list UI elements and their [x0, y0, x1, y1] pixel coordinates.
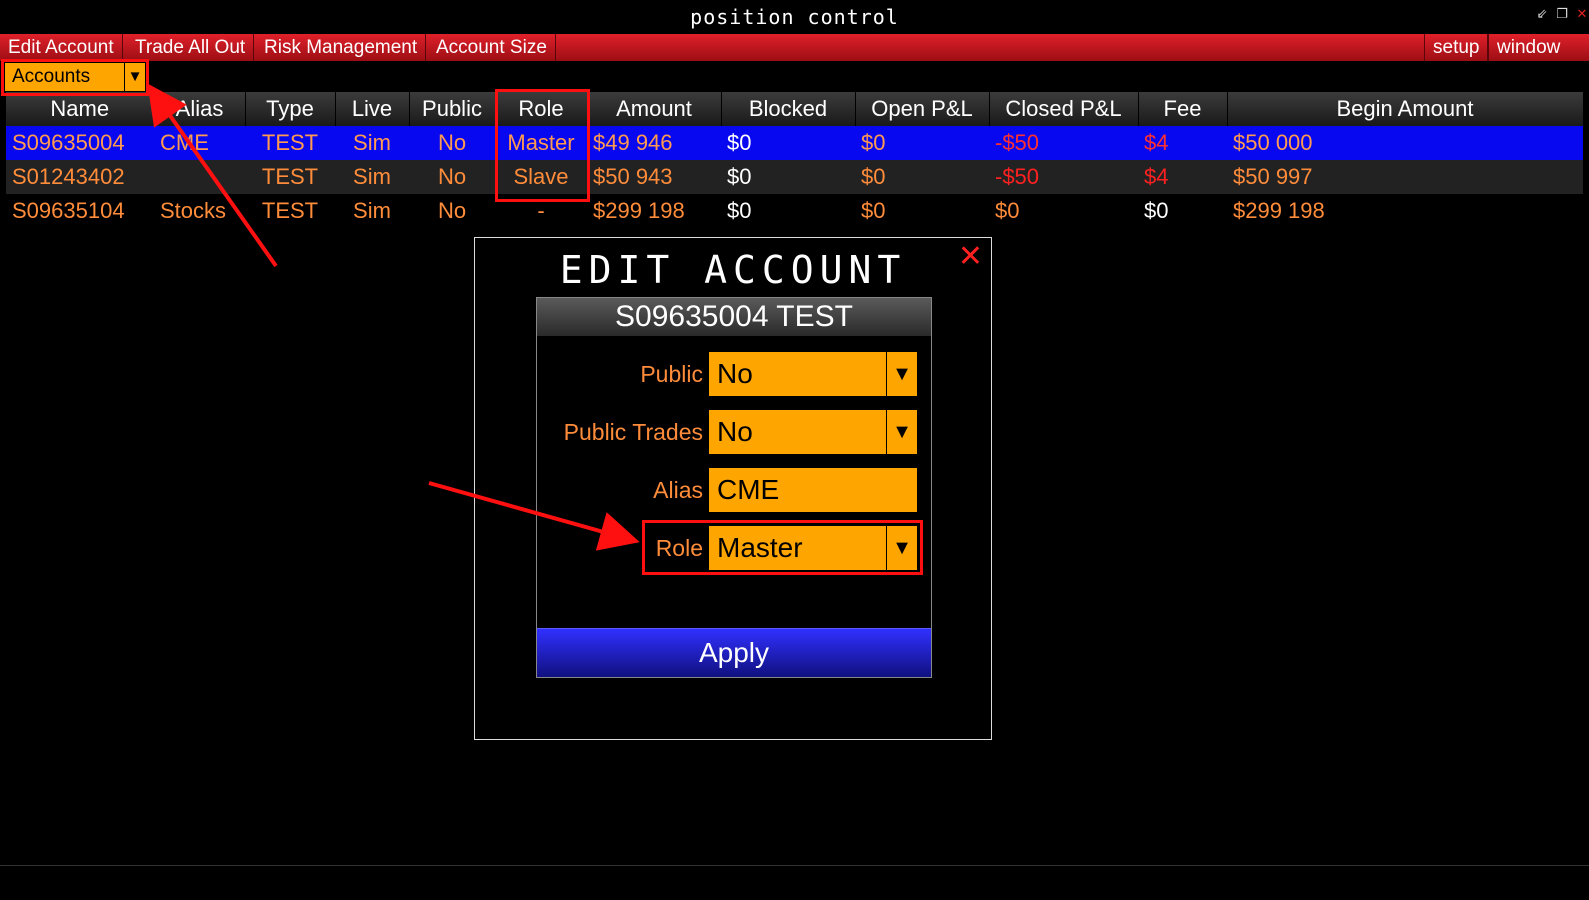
cell-closed-pnl: -$50	[989, 126, 1138, 160]
apply-button[interactable]: Apply	[537, 628, 931, 677]
cell-type: TEST	[245, 160, 335, 194]
cell-alias: Stocks	[160, 198, 227, 223]
cell-open-pnl: $0	[855, 160, 989, 194]
accounts-highlight	[1, 59, 149, 96]
cell-blocked: $0	[727, 198, 752, 223]
cell-fee: $0	[1144, 198, 1169, 223]
cell-closed-pnl: -$50	[989, 160, 1138, 194]
cell-name: S09635004	[6, 126, 154, 160]
cell-amount: $49 946	[587, 126, 721, 160]
window-controls: ⇙ ❐ ✕	[1535, 8, 1589, 22]
role-column-highlight	[495, 89, 590, 202]
public-trades-value: No	[717, 416, 753, 447]
menu-risk-management[interactable]: Risk Management	[256, 34, 427, 61]
col-begin-amount[interactable]: Begin Amount	[1227, 92, 1584, 126]
public-label: Public	[640, 361, 703, 387]
account-heading: S09635004 TEST	[537, 298, 931, 336]
alias-row: Alias CME	[537, 468, 931, 512]
triangle-down-icon[interactable]: ▼	[886, 352, 917, 396]
cell-open-pnl: $0	[855, 126, 989, 160]
restore-icon[interactable]: ❐	[1555, 8, 1569, 22]
cell-begin-amount: $50 000	[1227, 126, 1583, 160]
col-live[interactable]: Live	[335, 92, 410, 126]
cell-name: S09635104	[12, 198, 125, 223]
title-bar: position control ⇙ ❐ ✕	[0, 0, 1589, 35]
table-row[interactable]: S09635004 CME TEST Sim No Master $49 946…	[6, 126, 1583, 160]
cell-blocked: $0	[721, 160, 855, 194]
col-public[interactable]: Public	[409, 92, 496, 126]
minimize-icon[interactable]: ⇙	[1535, 8, 1549, 22]
close-icon[interactable]: ✕	[958, 242, 983, 272]
window-title: position control	[690, 5, 899, 29]
cell-public: No	[409, 126, 495, 160]
col-blocked[interactable]: Blocked	[721, 92, 856, 126]
cell-type: TEST	[245, 126, 335, 160]
menu-edit-account[interactable]: Edit Account	[0, 34, 123, 61]
col-alias[interactable]: Alias	[154, 92, 246, 126]
close-icon[interactable]: ✕	[1575, 8, 1589, 22]
alias-value: CME	[717, 474, 780, 505]
cell-amount: $299 198	[593, 198, 685, 223]
table-row[interactable]: S09635104 Stocks TEST Sim No - $299 198 …	[6, 194, 1583, 228]
menu-setup[interactable]: setup	[1424, 34, 1489, 61]
cell-fee: $4	[1138, 126, 1227, 160]
public-select[interactable]: No ▼	[709, 352, 917, 396]
table-row[interactable]: S01243402 TEST Sim No Slave $50 943 $0 $…	[6, 160, 1583, 194]
public-trades-label: Public Trades	[563, 419, 703, 445]
col-closed-pnl[interactable]: Closed P&L	[989, 92, 1139, 126]
dialog-title: EDIT ACCOUNT	[559, 248, 907, 292]
cell-begin-amount: $299 198	[1233, 198, 1325, 223]
cell-alias: CME	[154, 126, 245, 160]
account-panel: S09635004 TEST Public No ▼ Public Trades…	[536, 297, 932, 678]
status-bar	[0, 865, 1589, 900]
col-type[interactable]: Type	[245, 92, 336, 126]
accounts-table: Name Alias Type Live Public Role Amount …	[6, 92, 1584, 228]
cell-fee: $4	[1138, 160, 1227, 194]
cell-public: No	[437, 198, 467, 223]
cell-name: S01243402	[6, 160, 154, 194]
cell-live: Sim	[335, 126, 409, 160]
public-trades-row: Public Trades No ▼	[537, 410, 931, 454]
cell-begin-amount: $50 997	[1227, 160, 1583, 194]
menu-window[interactable]: window	[1488, 34, 1568, 61]
col-name[interactable]: Name	[6, 92, 155, 126]
cell-live: Sim	[335, 160, 409, 194]
edit-account-dialog: EDIT ACCOUNT ✕ S09635004 TEST Public No …	[474, 237, 992, 740]
triangle-down-icon[interactable]: ▼	[886, 410, 917, 454]
col-open-pnl[interactable]: Open P&L	[855, 92, 990, 126]
cell-blocked: $0	[721, 126, 855, 160]
col-fee[interactable]: Fee	[1138, 92, 1228, 126]
role-field-highlight	[642, 520, 923, 575]
menu-bar: Edit Account Trade All Out Risk Manageme…	[0, 34, 1589, 61]
cell-type: TEST	[261, 198, 319, 223]
cell-closed-pnl: $0	[995, 198, 1020, 223]
cell-alias	[154, 160, 245, 194]
public-row: Public No ▼	[537, 352, 931, 396]
menu-account-size[interactable]: Account Size	[428, 34, 556, 61]
alias-input[interactable]: CME	[709, 468, 917, 512]
alias-label: Alias	[653, 477, 703, 503]
public-trades-select[interactable]: No ▼	[709, 410, 917, 454]
cell-public: No	[409, 160, 495, 194]
cell-amount: $50 943	[587, 160, 721, 194]
cell-live: Sim	[353, 198, 391, 223]
cell-open-pnl: $0	[861, 198, 886, 223]
public-value: No	[717, 358, 753, 389]
menu-trade-all-out[interactable]: Trade All Out	[127, 34, 255, 61]
col-amount[interactable]: Amount	[587, 92, 722, 126]
table-header: Name Alias Type Live Public Role Amount …	[6, 92, 1584, 126]
